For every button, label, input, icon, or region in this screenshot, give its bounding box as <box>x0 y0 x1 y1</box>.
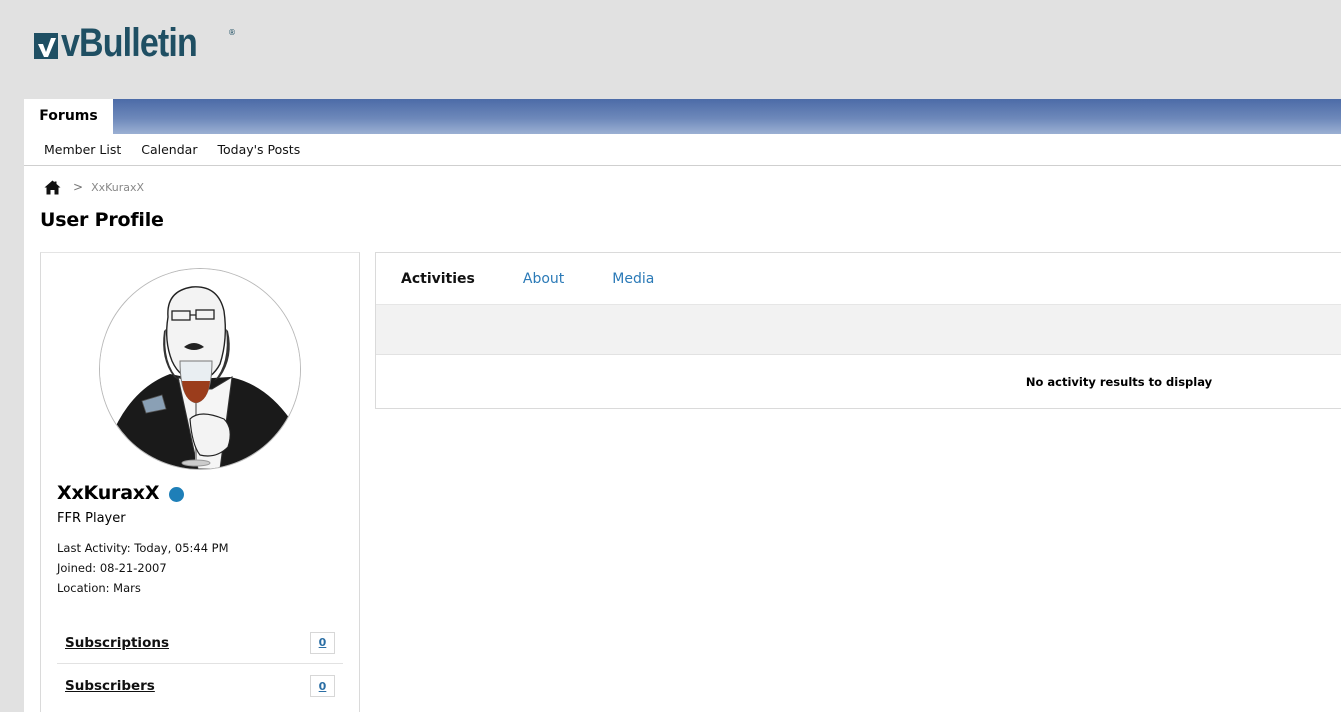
activity-panel: Activities About Media No activity resul… <box>375 252 1341 409</box>
page-title: User Profile <box>40 209 164 231</box>
user-title: FFR Player <box>57 511 126 526</box>
main-tab-bar: Forums <box>24 99 1341 134</box>
registered-mark: ® <box>228 28 236 37</box>
breadcrumb-current: XxKuraxX <box>91 180 145 194</box>
nav-member-list[interactable]: Member List <box>44 142 121 157</box>
online-status-icon <box>169 486 185 502</box>
profile-tabs: Activities About Media <box>376 253 1341 304</box>
nav-calendar[interactable]: Calendar <box>141 142 197 157</box>
nav-todays-posts[interactable]: Today's Posts <box>217 142 300 157</box>
username-row: XxKuraxX <box>57 482 185 504</box>
profile-username: XxKuraxX <box>57 482 160 504</box>
main-content: Forums Member List Calendar Today's Post… <box>24 99 1341 712</box>
stat-subscribers: Subscribers 0 <box>57 665 343 707</box>
sub-navigation: Member List Calendar Today's Posts <box>24 134 1341 166</box>
location: Location: Mars <box>57 581 141 595</box>
subscribers-link[interactable]: Subscribers <box>65 678 155 694</box>
home-icon[interactable] <box>44 180 61 195</box>
tab-forums[interactable]: Forums <box>24 99 113 134</box>
tab-media[interactable]: Media <box>612 271 654 287</box>
avatar <box>99 268 301 470</box>
breadcrumb-separator: > <box>73 180 84 194</box>
avatar-illustration <box>100 269 300 469</box>
vbulletin-logo[interactable]: vBulletin ® <box>33 21 236 65</box>
subscriptions-count[interactable]: 0 <box>310 631 335 654</box>
subscribers-count[interactable]: 0 <box>310 675 335 697</box>
logo-wordmark: vBulletin <box>61 21 198 65</box>
breadcrumb: > XxKuraxX <box>44 179 144 195</box>
vbulletin-check-logo-icon <box>34 33 58 59</box>
site-header: vBulletin ® <box>0 0 1341 99</box>
profile-card: XxKuraxX FFR Player Last Activity: Today… <box>40 252 360 712</box>
tab-activities[interactable]: Activities <box>401 271 475 287</box>
stat-subscriptions: Subscriptions 0 <box>57 622 343 664</box>
tab-about[interactable]: About <box>523 271 564 287</box>
subscriptions-link[interactable]: Subscriptions <box>65 635 169 651</box>
joined-date: Joined: 08-21-2007 <box>57 561 167 575</box>
empty-activity-message: No activity results to display <box>1025 375 1213 389</box>
activity-filter-bar <box>376 304 1341 355</box>
last-activity: Last Activity: Today, 05:44 PM <box>57 541 229 555</box>
